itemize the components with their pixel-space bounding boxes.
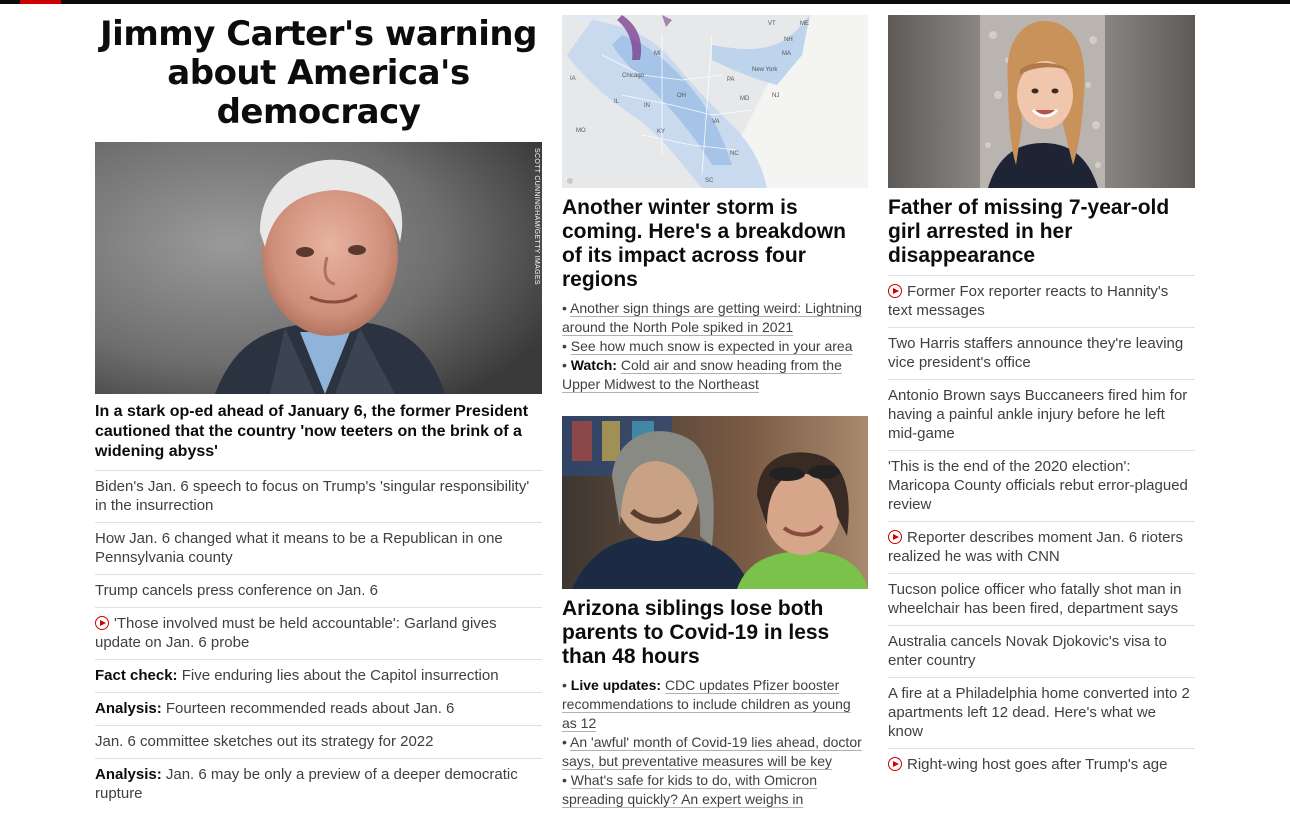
related-bullet[interactable]: • Live updates: CDC updates Pfizer boost… (562, 676, 868, 733)
news-item-text: Two Harris staffers announce they're lea… (888, 335, 1184, 371)
news-item-text: Reporter describes moment Jan. 6 rioters… (888, 529, 1183, 565)
map-label: New York (752, 67, 778, 73)
news-item[interactable]: Tucson police officer who fatally shot m… (888, 573, 1195, 625)
map-label: VT (768, 21, 776, 27)
play-video-icon (888, 757, 902, 771)
story-label: Analysis: (95, 700, 162, 717)
map-label: OH (677, 93, 686, 99)
map-label: IN (644, 103, 650, 109)
map-label: IL (614, 99, 620, 105)
related-story[interactable]: 'Those involved must be held accountable… (95, 607, 542, 659)
related-story-text: Five enduring lies about the Capitol ins… (177, 667, 499, 684)
news-item-text: 'This is the end of the 2020 election': … (888, 458, 1188, 513)
story-label: Watch: (570, 357, 617, 373)
related-story-text: Jan. 6 committee sketches out its strate… (95, 733, 434, 750)
related-story[interactable]: Analysis: Jan. 6 may be only a preview o… (95, 758, 542, 810)
map-label: NC (730, 151, 739, 157)
map-label: NH (784, 37, 793, 43)
related-bullet-text: What's safe for kids to do, with Omicron… (562, 772, 817, 807)
related-story[interactable]: Analysis: Fourteen recommended reads abo… (95, 692, 542, 725)
winter-storm-headline[interactable]: Another winter storm is coming. Here's a… (562, 196, 868, 292)
news-item[interactable]: Australia cancels Novak Djokovic's visa … (888, 625, 1195, 677)
news-item[interactable]: Former Fox reporter reacts to Hannity's … (888, 275, 1195, 327)
covid-story: Arizona siblings lose both parents to Co… (562, 416, 868, 809)
map-label: KY (657, 129, 665, 135)
related-bullet[interactable]: • Watch: Cold air and snow heading from … (562, 356, 868, 394)
related-story[interactable]: Biden's Jan. 6 speech to focus on Trump'… (95, 470, 542, 522)
lead-story-related-list: Biden's Jan. 6 speech to focus on Trump'… (95, 470, 542, 810)
related-bullet[interactable]: • See how much snow is expected in your … (562, 337, 868, 356)
news-item[interactable]: Right-wing host goes after Trump's age (888, 748, 1195, 781)
news-item[interactable]: A fire at a Philadelphia home converted … (888, 677, 1195, 748)
news-item[interactable]: 'This is the end of the 2020 election': … (888, 450, 1195, 521)
related-story-text: How Jan. 6 changed what it means to be a… (95, 530, 503, 566)
news-item-text: Tucson police officer who fatally shot m… (888, 581, 1182, 617)
couple-image (562, 416, 868, 589)
lead-story-title[interactable]: Jimmy Carter's warning about America's d… (95, 15, 542, 132)
lead-story-column: Jimmy Carter's warning about America's d… (95, 15, 542, 810)
missing-girl-photo[interactable] (888, 15, 1195, 188)
news-item[interactable]: Two Harris staffers announce they're lea… (888, 327, 1195, 379)
related-story[interactable]: Fact check: Five enduring lies about the… (95, 659, 542, 692)
brand-accent[interactable] (20, 0, 61, 4)
latest-news-list: Former Fox reporter reacts to Hannity's … (888, 275, 1195, 781)
top-nav-bar (0, 0, 1290, 4)
jimmy-carter-photo[interactable]: SCOTT CUNNINGHAM/GETTY IMAGES (95, 142, 542, 394)
news-item[interactable]: Reporter describes moment Jan. 6 rioters… (888, 521, 1195, 573)
map-label: NJ (772, 93, 779, 99)
related-bullet[interactable]: • An 'awful' month of Covid-19 lies ahea… (562, 733, 868, 771)
map-label: MO (576, 128, 586, 134)
related-story[interactable]: Jan. 6 committee sketches out its strate… (95, 725, 542, 758)
middle-column: Chicago New York MI IA IL IN OH PA NJ MD… (562, 15, 868, 809)
related-story-text: Biden's Jan. 6 speech to focus on Trump'… (95, 478, 530, 514)
related-bullet-text: An 'awful' month of Covid-19 lies ahead,… (562, 734, 862, 769)
winter-storm-map[interactable]: Chicago New York MI IA IL IN OH PA NJ MD… (562, 15, 868, 188)
portrait-image (95, 142, 542, 394)
map-label: VA (712, 119, 720, 125)
snow-forecast-map-image: Chicago New York MI IA IL IN OH PA NJ MD… (562, 15, 868, 188)
map-label: Chicago (622, 73, 645, 79)
covid-story-headline[interactable]: Arizona siblings lose both parents to Co… (562, 597, 868, 669)
girl-portrait-image (888, 15, 1195, 188)
missing-girl-headline[interactable]: Father of missing 7-year-old girl arrest… (888, 196, 1195, 268)
photo-credit: SCOTT CUNNINGHAM/GETTY IMAGES (533, 148, 540, 285)
news-item-text: Antonio Brown says Buccaneers fired him … (888, 387, 1188, 442)
news-item[interactable]: Antonio Brown says Buccaneers fired him … (888, 379, 1195, 450)
play-video-icon (95, 616, 109, 630)
news-item-text: Right-wing host goes after Trump's age (907, 756, 1168, 773)
covid-related-list: • Live updates: CDC updates Pfizer boost… (562, 676, 868, 809)
related-bullet-text: See how much snow is expected in your ar… (570, 338, 853, 354)
story-label: Live updates: (570, 677, 662, 693)
map-label: MD (740, 96, 750, 102)
map-label: MI (654, 51, 661, 57)
news-item-text: Australia cancels Novak Djokovic's visa … (888, 633, 1167, 669)
arizona-couple-photo[interactable] (562, 416, 868, 589)
related-story-text: Trump cancels press conference on Jan. 6 (95, 582, 378, 599)
related-story-text: Fourteen recommended reads about Jan. 6 (161, 700, 455, 717)
news-item-text: Former Fox reporter reacts to Hannity's … (888, 283, 1169, 319)
map-label: MA (782, 51, 791, 57)
lead-story-summary[interactable]: In a stark op-ed ahead of January 6, the… (95, 402, 542, 462)
related-bullet[interactable]: • Another sign things are getting weird:… (562, 299, 868, 337)
related-bullet[interactable]: • What's safe for kids to do, with Omicr… (562, 771, 868, 809)
map-label: IA (570, 76, 576, 82)
story-label: Fact check: (95, 667, 178, 684)
related-story[interactable]: How Jan. 6 changed what it means to be a… (95, 522, 542, 574)
related-story[interactable]: Trump cancels press conference on Jan. 6 (95, 574, 542, 607)
right-column: Father of missing 7-year-old girl arrest… (888, 15, 1195, 781)
winter-storm-related-list: • Another sign things are getting weird:… (562, 299, 868, 394)
related-story-text: 'Those involved must be held accountable… (95, 615, 497, 651)
play-video-icon (888, 530, 902, 544)
map-label: ME (800, 21, 809, 27)
news-item-text: A fire at a Philadelphia home converted … (888, 685, 1190, 740)
related-bullet-text: Another sign things are getting weird: L… (562, 300, 862, 335)
story-label: Analysis: (95, 766, 162, 783)
map-label: SC (705, 178, 714, 184)
play-video-icon (888, 284, 902, 298)
map-label: PA (727, 77, 735, 83)
